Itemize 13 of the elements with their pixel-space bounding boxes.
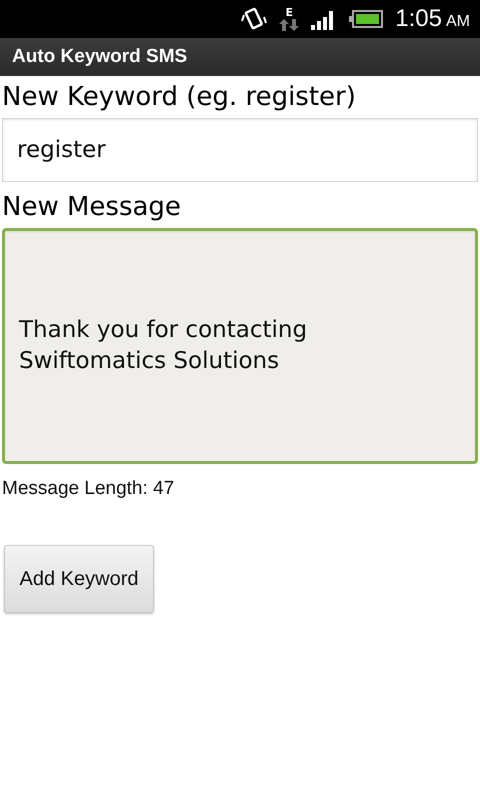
keyword-field[interactable]: register — [2, 118, 478, 182]
message-label: New Message — [2, 192, 182, 222]
battery-icon — [349, 10, 384, 28]
clock-time: 1:05 — [395, 5, 442, 33]
keyword-label: New Keyword (eg. register) — [2, 82, 357, 112]
message-length-text: Message Length: 47 — [2, 478, 176, 500]
app-title: Auto Keyword SMS — [12, 46, 188, 68]
clock-meridiem: AM — [446, 13, 470, 31]
message-field[interactable]: Thank you for contacting Swiftomatics Solutions — [2, 228, 478, 464]
add-keyword-button[interactable]: Add Keyword — [4, 545, 154, 613]
vibrate-icon — [241, 7, 268, 31]
network-type: E — [286, 7, 294, 19]
data-arrows-icon — [279, 19, 300, 31]
